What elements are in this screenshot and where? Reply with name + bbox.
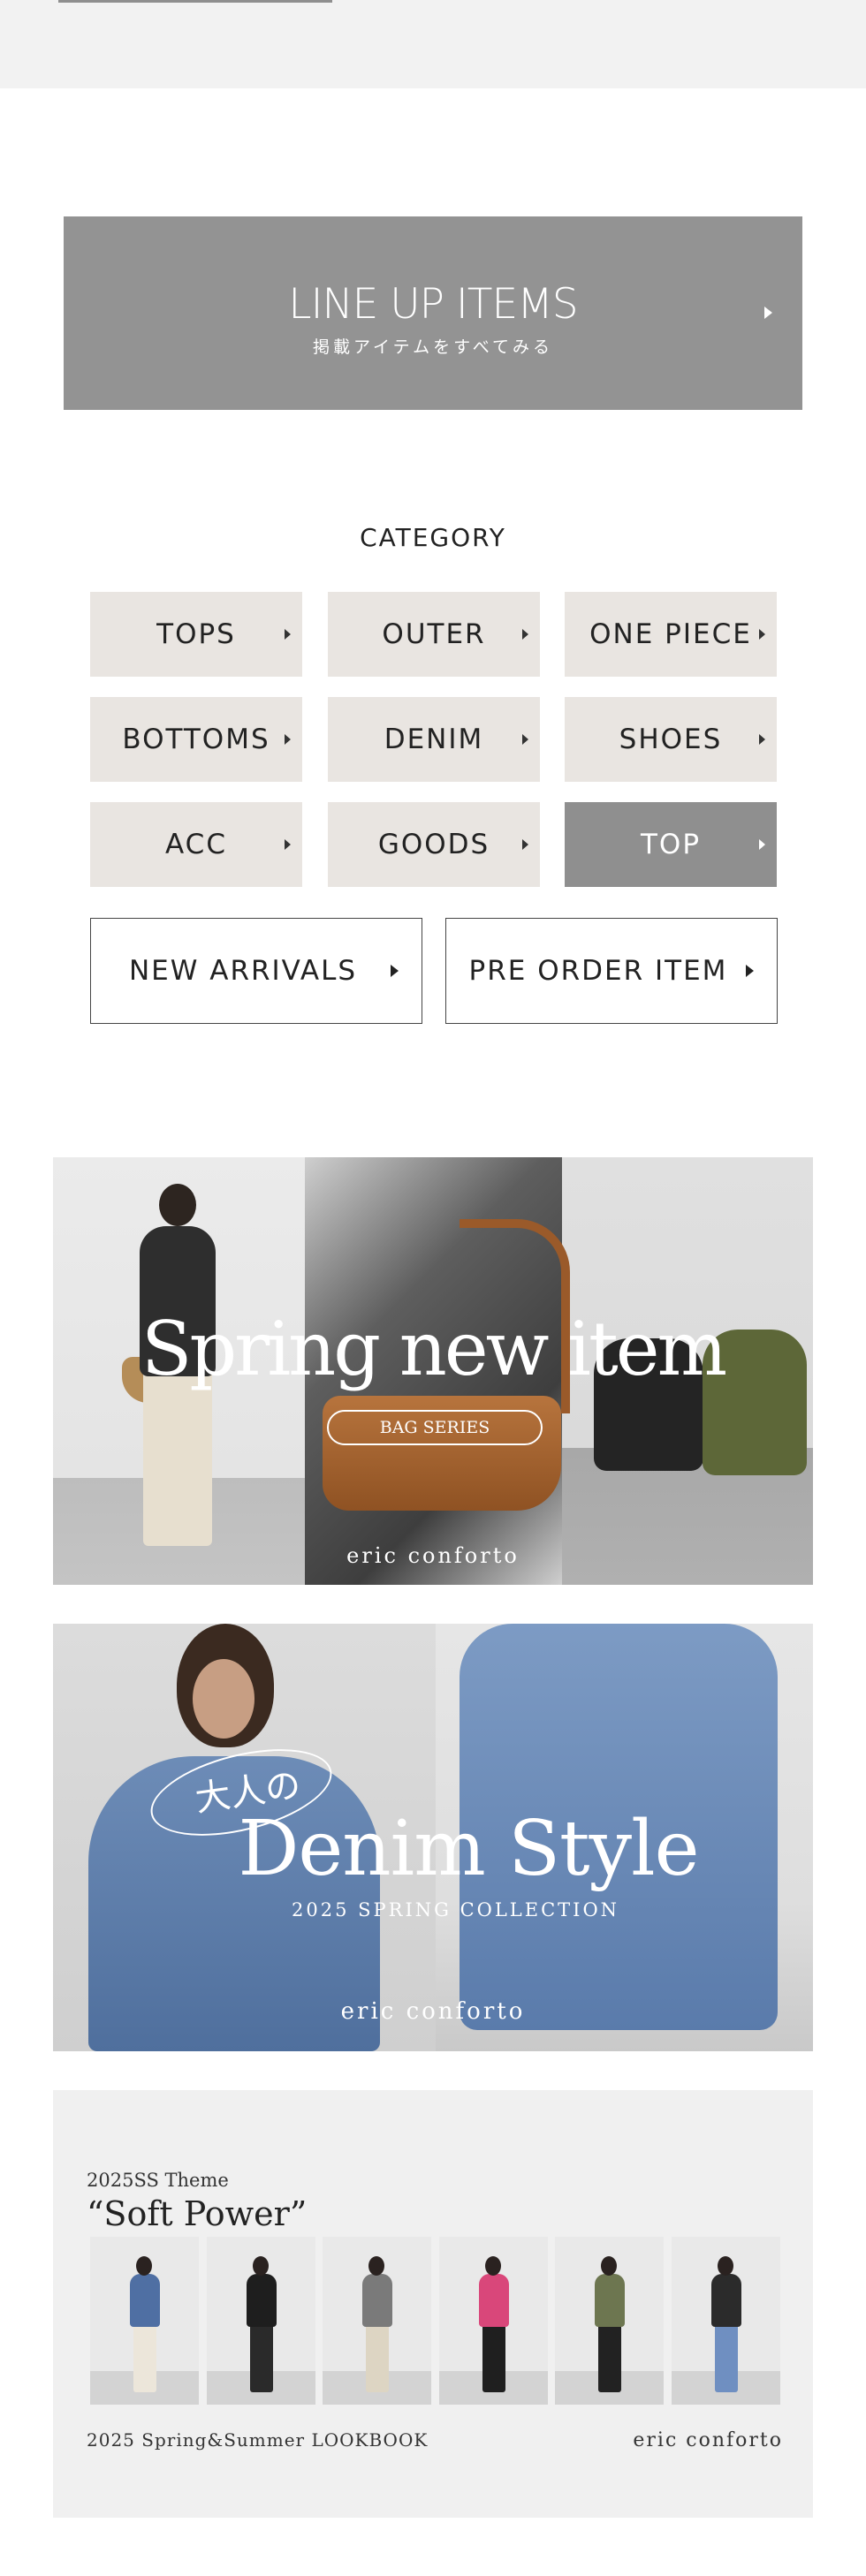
category-heading: CATEGORY	[360, 523, 506, 552]
category-button-one-piece[interactable]: ONE PIECE	[565, 592, 777, 677]
category-button-top[interactable]: TOP	[565, 802, 777, 887]
previous-image-edge	[58, 0, 332, 3]
category-label: TOP	[640, 829, 702, 860]
brand-logo: eric conforto	[633, 2429, 783, 2451]
lookbook-photo	[206, 2237, 315, 2405]
lookbook-photo	[323, 2237, 431, 2405]
lookbook-photo	[438, 2237, 548, 2405]
chevron-right-icon	[285, 629, 291, 640]
chevron-right-icon	[391, 965, 399, 977]
category-button-outer[interactable]: OUTER	[328, 592, 540, 677]
chevron-right-icon	[285, 734, 291, 745]
brand-logo: eric conforto	[340, 1998, 526, 2025]
chevron-right-icon	[522, 629, 528, 640]
category-button-goods[interactable]: GOODS	[328, 802, 540, 887]
category-button-acc[interactable]: ACC	[90, 802, 302, 887]
category-button-tops[interactable]: TOPS	[90, 592, 302, 677]
chevron-right-icon	[285, 839, 291, 850]
lookbook-photo	[671, 2237, 780, 2405]
chevron-right-icon	[764, 307, 772, 319]
chevron-right-icon	[522, 734, 528, 745]
collection-subline: 2025 SPRING COLLECTION	[292, 1899, 620, 1921]
category-button-denim[interactable]: DENIM	[328, 697, 540, 782]
bag-series-tag: BAG SERIES	[327, 1410, 543, 1445]
category-label: ACC	[165, 829, 227, 860]
category-label: SHOES	[619, 724, 723, 755]
chevron-right-icon	[759, 839, 765, 850]
lookbook-photo	[555, 2237, 664, 2405]
spring-new-item-banner[interactable]: Spring new item BAG SERIES eric conforto	[53, 1157, 813, 1585]
model-face	[193, 1659, 254, 1739]
category-button-bottoms[interactable]: BOTTOMS	[90, 697, 302, 782]
category-label: OUTER	[382, 618, 486, 650]
chevron-right-icon	[759, 734, 765, 745]
chevron-right-icon	[746, 965, 754, 977]
new-arrivals-button[interactable]: NEW ARRIVALS	[90, 918, 422, 1024]
denim-headline: Denim Style	[238, 1805, 699, 1893]
category-label: BOTTOMS	[122, 724, 270, 755]
line-up-items-button[interactable]: LINE UP ITEMS 掲載アイテムをすべてみる	[64, 216, 802, 410]
lookbook-title: “Soft Power”	[87, 2194, 308, 2233]
button-label: NEW ARRIVALS	[128, 955, 358, 987]
chevron-right-icon	[522, 839, 528, 850]
chevron-right-icon	[759, 629, 765, 640]
button-label: PRE ORDER ITEM	[468, 955, 728, 987]
category-label: GOODS	[377, 829, 490, 860]
category-label: TOPS	[156, 618, 236, 650]
previous-section-band	[0, 0, 866, 88]
line-up-subtitle: 掲載アイテムをすべてみる	[312, 337, 553, 357]
lookbook-photo	[90, 2237, 199, 2405]
category-label: ONE PIECE	[589, 618, 752, 650]
line-up-title: LINE UP ITEMS	[288, 280, 578, 329]
spring-headline: Spring new item	[141, 1306, 727, 1392]
brand-logo: eric conforto	[346, 1543, 520, 1568]
denim-style-banner[interactable]: 大人の Denim Style 2025 SPRING COLLECTION e…	[53, 1624, 813, 2051]
lookbook-banner[interactable]: 2025SS Theme “Soft Power” 2025 Spring&Su…	[53, 2090, 813, 2518]
category-button-shoes[interactable]: SHOES	[565, 697, 777, 782]
pre-order-item-button[interactable]: PRE ORDER ITEM	[445, 918, 778, 1024]
category-label: DENIM	[384, 724, 484, 755]
lookbook-caption: 2025 Spring&Summer LOOKBOOK	[87, 2429, 429, 2451]
lookbook-photo-strip	[90, 2237, 780, 2405]
lookbook-theme: 2025SS Theme	[87, 2170, 229, 2191]
